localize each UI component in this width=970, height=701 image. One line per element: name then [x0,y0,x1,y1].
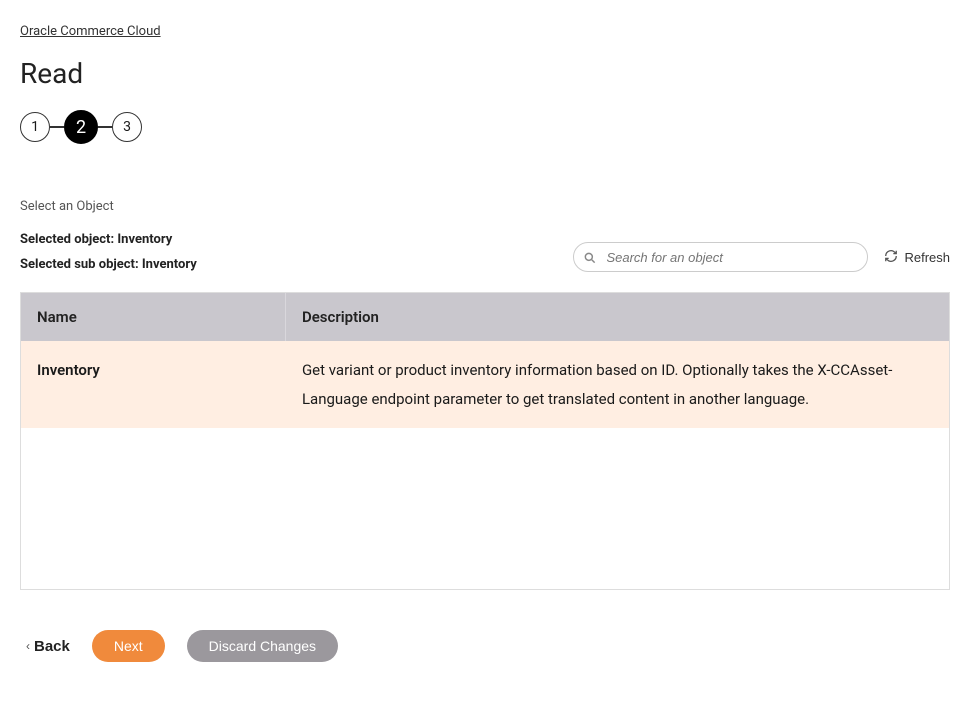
refresh-label: Refresh [904,250,950,265]
selected-sub-object-label: Selected sub object: [20,257,142,272]
cell-description: Get variant or product inventory informa… [285,341,949,428]
step-connector [98,126,112,128]
step-2[interactable]: 2 [64,110,98,144]
selected-sub-object-value: Inventory [142,257,197,272]
back-label: Back [34,638,70,655]
table-row[interactable]: Inventory Get variant or product invento… [21,341,949,428]
next-button[interactable]: Next [92,630,165,662]
footer-actions: ‹ Back Next Discard Changes [20,630,950,662]
refresh-icon [884,249,898,266]
refresh-button[interactable]: Refresh [884,249,950,266]
page-title: Read [20,57,950,90]
selected-object-value: Inventory [117,232,172,247]
search-icon [583,250,597,264]
breadcrumb-link[interactable]: Oracle Commerce Cloud [20,24,161,39]
chevron-left-icon: ‹ [26,639,30,653]
cell-name: Inventory [21,341,285,428]
section-label: Select an Object [20,199,950,214]
step-connector [50,126,64,128]
col-name[interactable]: Name [21,293,285,341]
step-1[interactable]: 1 [20,112,50,142]
back-button[interactable]: ‹ Back [26,638,70,655]
search-input[interactable] [573,242,868,272]
stepper: 1 2 3 [20,110,950,144]
object-table: Name Description Inventory Get variant o… [20,292,950,590]
discard-button[interactable]: Discard Changes [187,630,338,662]
selected-object-label: Selected object: [20,232,117,247]
search-box [573,242,868,272]
col-description[interactable]: Description [285,293,949,341]
step-3[interactable]: 3 [112,112,142,142]
table-header-row: Name Description [21,293,949,341]
